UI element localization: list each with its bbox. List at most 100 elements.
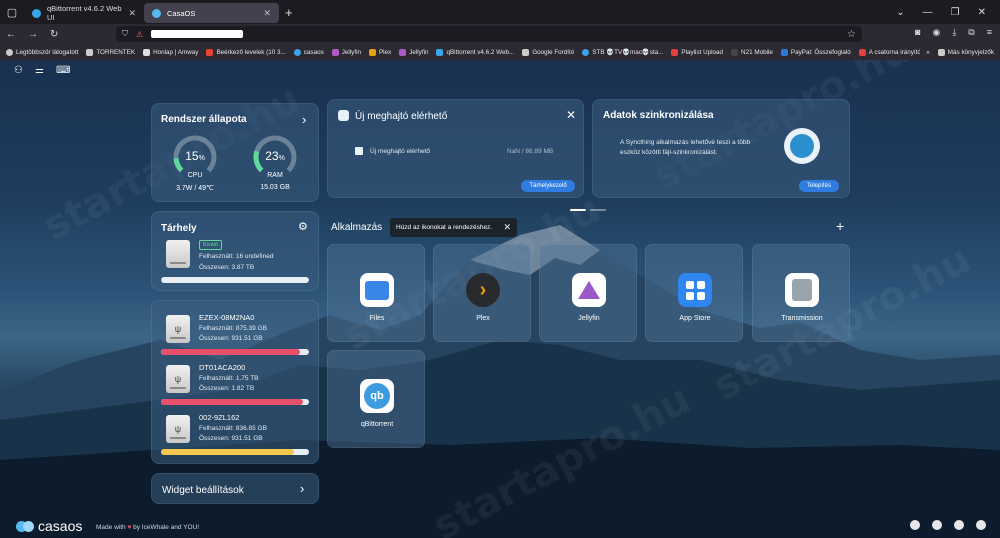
- app-tile-transmission[interactable]: Transmission: [752, 244, 850, 342]
- bookmark-star-icon[interactable]: ☆: [847, 29, 856, 40]
- logo-text: casaos: [38, 518, 83, 534]
- close-tab-icon[interactable]: ✕: [263, 8, 271, 19]
- bookmark-item[interactable]: Playlist Upload: [671, 48, 723, 56]
- bookmark-item[interactable]: TORRENTEK: [86, 48, 135, 56]
- close-tab-icon[interactable]: ✕: [128, 8, 136, 19]
- back-icon[interactable]: ←: [6, 29, 16, 40]
- bookmark-item[interactable]: qBittorrent v4.6.2 Web...: [436, 48, 514, 56]
- account-icon[interactable]: ⚇: [14, 65, 23, 76]
- usb-drive-icon: ψ: [166, 415, 190, 443]
- casaos-dashboard: startapro.hu startapro.hu startapro.hu s…: [0, 60, 1000, 538]
- paypal-icon: [780, 48, 788, 56]
- bookmark-item[interactable]: STB 💀TV💀mac💀sta...: [582, 48, 663, 56]
- terminal-icon[interactable]: ⌨: [56, 65, 70, 76]
- app-tile-jellyfin[interactable]: Jellyfin: [539, 244, 637, 342]
- new-drive-item: Új meghajtó elérhető: [370, 148, 430, 155]
- download-icon[interactable]: ⤓: [952, 27, 956, 38]
- extensions-icon[interactable]: ⧉: [968, 27, 974, 38]
- menu-icon[interactable]: ≡: [987, 27, 992, 38]
- card-title: Új meghajtó elérhető: [355, 111, 448, 122]
- bookmark-item[interactable]: Beérkező levelek (10 3...: [206, 48, 286, 56]
- bookmark-item[interactable]: PayPal: Összefoglaló: [780, 48, 851, 56]
- settings-sliders-icon[interactable]: ⚌: [35, 65, 44, 76]
- plex-icon: [368, 48, 376, 56]
- bookmark-item[interactable]: Plex: [368, 48, 391, 56]
- top-toolbar: ⚇ ⚌ ⌨: [14, 65, 70, 76]
- cpu-value: 15%: [185, 149, 205, 163]
- carousel-indicator[interactable]: [590, 209, 606, 211]
- reload-icon[interactable]: ↻: [50, 29, 58, 40]
- bookmarks-overflow-button[interactable]: »: [926, 49, 930, 56]
- storage-manager-button[interactable]: Tárhelykezelő: [521, 180, 575, 192]
- storage-usage-bar: [161, 277, 309, 283]
- drive-name: 002-9ZL162: [199, 413, 240, 422]
- close-icon[interactable]: ✕: [566, 108, 576, 122]
- drive-total: Összesen: 931.51 GB: [199, 435, 263, 442]
- discord-icon[interactable]: [932, 520, 942, 530]
- shield-icon[interactable]: ⛉: [122, 29, 128, 39]
- widget-settings-label: Widget beállítások: [162, 485, 244, 496]
- folder-icon: [522, 48, 530, 56]
- add-app-button[interactable]: +: [836, 218, 844, 234]
- storage-total: Összesen: 3.87 TB: [199, 264, 255, 271]
- drive-usage-bar: [161, 349, 309, 355]
- drive-used: Felhasznált: 1.75 TB: [199, 375, 259, 382]
- app-tile-files[interactable]: Files: [327, 244, 425, 342]
- toolbar-icons: ◙ ◉ ⤓ ⧉ ≡: [915, 27, 992, 38]
- restore-icon[interactable]: ❐: [951, 7, 960, 18]
- bookmark-item[interactable]: Jellyfin: [331, 48, 361, 56]
- new-drive-size: NaN / 86.89 MB: [507, 148, 554, 155]
- app-tile-qbittorrent[interactable]: qb qBittorrent: [327, 350, 425, 448]
- sync-card: Adatok szinkronizálása A Syncthing alkal…: [592, 99, 850, 198]
- other-bookmarks[interactable]: Más könyvjelzők: [937, 48, 994, 56]
- bookmark-item[interactable]: Honlap | Amway: [143, 48, 198, 56]
- bookmark-item[interactable]: Jellyfin: [399, 48, 428, 56]
- forward-icon[interactable]: →: [28, 29, 38, 40]
- hdd-icon: [166, 240, 190, 268]
- tab-overview-icon[interactable]: ▢: [0, 0, 24, 24]
- chevron-down-icon[interactable]: ⌄: [896, 7, 904, 18]
- usb-drive-icon: ψ: [166, 365, 190, 393]
- chevron-right-icon[interactable]: ›: [302, 112, 306, 127]
- bookmark-item[interactable]: Legtöbbször látogatott: [6, 48, 78, 56]
- widget-settings-button[interactable]: Widget beállítások ›: [151, 473, 319, 504]
- github-icon[interactable]: [954, 520, 964, 530]
- app-tile-plex[interactable]: › Plex: [433, 244, 531, 342]
- gear-icon[interactable]: ⚙: [298, 220, 308, 233]
- language-icon[interactable]: [976, 520, 986, 530]
- apps-title: Alkalmazás: [331, 222, 383, 233]
- qbittorrent-favicon-icon: [32, 8, 41, 18]
- casaos-logo-icon: [16, 520, 34, 532]
- amway-icon: [143, 48, 151, 56]
- app-label: Files: [369, 315, 385, 322]
- card-title: Rendszer állapota: [161, 114, 247, 125]
- bookmarks-more: » Más könyvjelzők: [920, 44, 994, 60]
- forum-icon[interactable]: [910, 520, 920, 530]
- close-icon[interactable]: ✕: [503, 222, 511, 233]
- bookmark-item[interactable]: N21 Mobile: [731, 48, 773, 56]
- drives-card: ψ EZEX-08M2NA0 Felhasznált: 875.39 GB Ös…: [151, 300, 319, 464]
- rearrange-tooltip: Húzd az ikonokat a rendezéshez. ✕: [390, 218, 517, 237]
- close-window-icon[interactable]: ✕: [978, 7, 986, 18]
- app-tile-app-store[interactable]: App Store: [645, 244, 743, 342]
- minimize-icon[interactable]: —: [923, 7, 933, 18]
- card-title: Tárhely: [161, 223, 197, 234]
- carousel-indicator[interactable]: [570, 209, 586, 211]
- casaos-logo[interactable]: casaos: [16, 518, 82, 534]
- tab-qbittorrent[interactable]: qBittorrent v4.6.2 Web UI ✕: [24, 3, 144, 23]
- tab-casaos[interactable]: CasaOS ✕: [144, 3, 279, 23]
- install-button[interactable]: Telepítés: [799, 180, 839, 192]
- bookmark-item[interactable]: casaos: [293, 48, 324, 56]
- drive-usage-fill: [161, 449, 295, 455]
- address-bar[interactable]: ⛉ ⚠ ☆: [116, 26, 862, 42]
- account-icon[interactable]: ◉: [932, 27, 940, 38]
- bookmark-item[interactable]: Google Fordító: [522, 48, 574, 56]
- gear-icon: [6, 48, 13, 56]
- lock-icon[interactable]: ⚠: [136, 30, 143, 39]
- pocket-icon[interactable]: ◙: [915, 27, 920, 38]
- drive-used: Felhasznált: 875.39 GB: [199, 325, 267, 332]
- playlist-icon: [671, 48, 679, 56]
- window-controls: ⌄ — ❐ ✕: [896, 7, 1000, 18]
- new-tab-button[interactable]: +: [285, 5, 293, 20]
- drive-total: Összesen: 931.51 GB: [199, 335, 263, 342]
